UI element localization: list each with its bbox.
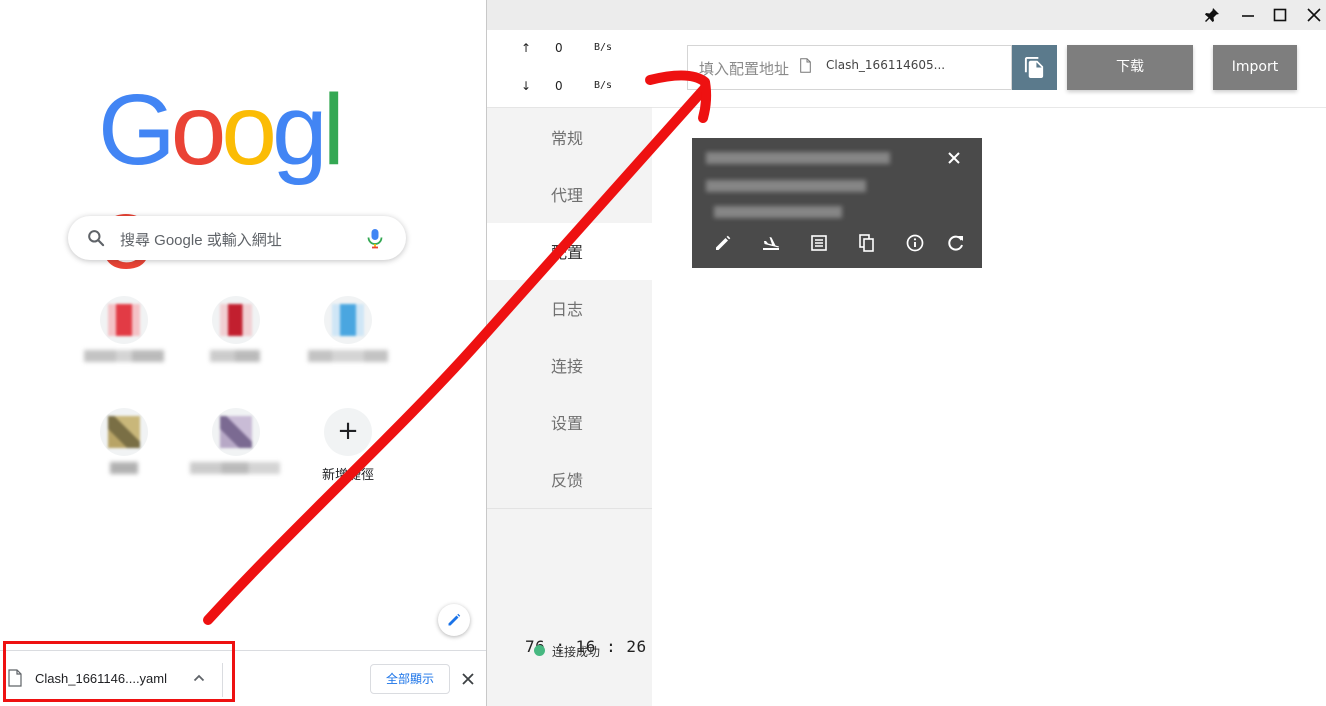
nav-settings[interactable]: 设置 (487, 394, 652, 451)
google-logo: Google (98, 74, 378, 286)
download-value: 0 (555, 79, 563, 93)
nav-label: 反馈 (551, 471, 584, 490)
shortcut-tile[interactable] (68, 288, 180, 384)
close-icon[interactable] (946, 150, 962, 166)
nav-label: 设置 (551, 414, 584, 433)
profile-card[interactable] (692, 138, 982, 268)
nav-connections[interactable]: 连接 (487, 337, 652, 394)
upload-speed: ↑ 0 B/s (487, 39, 652, 59)
paste-button[interactable] (1012, 45, 1057, 90)
show-all-button[interactable]: 全部顯示 (370, 664, 450, 694)
shortcut-tile[interactable] (180, 400, 292, 496)
upload-unit: B/s (594, 42, 613, 53)
logo-letter-l: l (322, 74, 345, 186)
info-icon[interactable] (904, 232, 926, 254)
shortcut-label (210, 350, 260, 362)
logo-letter-o2: o (221, 74, 277, 186)
close-icon[interactable] (460, 671, 476, 687)
upload-value: 0 (555, 41, 563, 55)
download-button[interactable]: 下载 (1067, 45, 1193, 90)
maximize-icon[interactable] (1271, 6, 1289, 24)
shortcut-tile[interactable] (68, 400, 180, 496)
nav-label: 配置 (551, 243, 584, 262)
profiles-content: 填入配置地址 Clash_166114605... 下载 Import (652, 30, 1326, 706)
plus-icon: + (337, 416, 359, 446)
upload-arrow-icon: ↑ (521, 41, 532, 55)
redacted-profile-info (706, 180, 866, 192)
logo-letter-o1: o (170, 74, 227, 186)
url-placeholder: 填入配置地址 (699, 60, 790, 78)
shortcut-favicon (212, 408, 260, 456)
flight-land-icon[interactable] (760, 232, 782, 254)
download-arrow-icon: ↓ (521, 79, 532, 93)
add-shortcut-tile[interactable]: + 新增捷徑 (292, 400, 404, 496)
nav-feedback[interactable]: 反馈 (487, 451, 652, 508)
nav-label: 代理 (551, 186, 584, 205)
nav-proxies[interactable]: 代理 (487, 166, 652, 223)
divider (652, 107, 1326, 108)
nav-label: 日志 (551, 300, 584, 319)
shortcut-favicon (100, 408, 148, 456)
edit-icon[interactable] (712, 232, 734, 254)
download-speed: ↓ 0 B/s (487, 77, 652, 97)
sidebar-footer: 76 : 16 : 26 (487, 508, 652, 706)
shortcut-favicon (212, 296, 260, 344)
clash-window: ↑ 0 B/s ↓ 0 B/s 常规 代理 配置 日志 连接 设置 反馈 76 … (486, 0, 1326, 706)
minimize-icon[interactable] (1239, 6, 1257, 24)
dropped-filename: Clash_166114605... (826, 58, 946, 72)
chrome-new-tab: Google 搜尋 Google 或輸入網址 (0, 0, 486, 706)
list-icon[interactable] (808, 232, 830, 254)
connection-status: 连接成功 (552, 645, 601, 659)
nav-label: 连接 (551, 357, 584, 376)
duplicate-icon[interactable] (856, 232, 878, 254)
nav-label: 常规 (551, 129, 584, 148)
shortcut-tile[interactable] (292, 288, 404, 384)
copy-icon (1024, 56, 1044, 79)
shortcut-tile[interactable] (180, 288, 292, 384)
logo-letter-g2: g (272, 74, 328, 186)
logo-letter-g1: G (98, 74, 176, 186)
redacted-profile-date (714, 206, 842, 218)
customize-button[interactable] (438, 604, 470, 636)
nav-logs[interactable]: 日志 (487, 280, 652, 337)
refresh-icon[interactable] (945, 232, 967, 254)
nav-profiles[interactable]: 配置 (487, 223, 652, 280)
shortcut-favicon (100, 296, 148, 344)
download-unit: B/s (594, 80, 613, 91)
file-icon (800, 58, 811, 73)
import-button[interactable]: Import (1213, 45, 1297, 90)
status-dot-icon (534, 645, 545, 656)
pencil-icon (448, 613, 461, 626)
search-icon (88, 230, 105, 247)
search-input[interactable]: 搜尋 Google 或輸入網址 (120, 229, 282, 250)
search-box[interactable]: 搜尋 Google 或輸入網址 (68, 216, 406, 260)
shortcut-label (308, 350, 388, 362)
add-shortcut-label: 新增捷徑 (321, 467, 374, 482)
pin-icon[interactable] (1203, 6, 1221, 24)
add-shortcut-circle: + (324, 408, 372, 456)
nav-general[interactable]: 常规 (487, 109, 652, 166)
title-bar (487, 0, 1326, 30)
window-close-icon[interactable] (1305, 6, 1323, 24)
shortcut-favicon (324, 296, 372, 344)
redacted-profile-name (706, 152, 890, 164)
microphone-icon[interactable] (365, 227, 385, 249)
shortcut-label (110, 462, 138, 474)
traffic-panel: ↑ 0 B/s ↓ 0 B/s (487, 30, 652, 108)
sidebar: ↑ 0 B/s ↓ 0 B/s 常规 代理 配置 日志 连接 设置 反馈 76 … (487, 30, 652, 706)
highlight-box (3, 641, 235, 702)
shortcut-label (190, 462, 280, 474)
profile-url-input[interactable]: 填入配置地址 Clash_166114605... (687, 45, 1012, 90)
shortcut-label (84, 350, 164, 362)
